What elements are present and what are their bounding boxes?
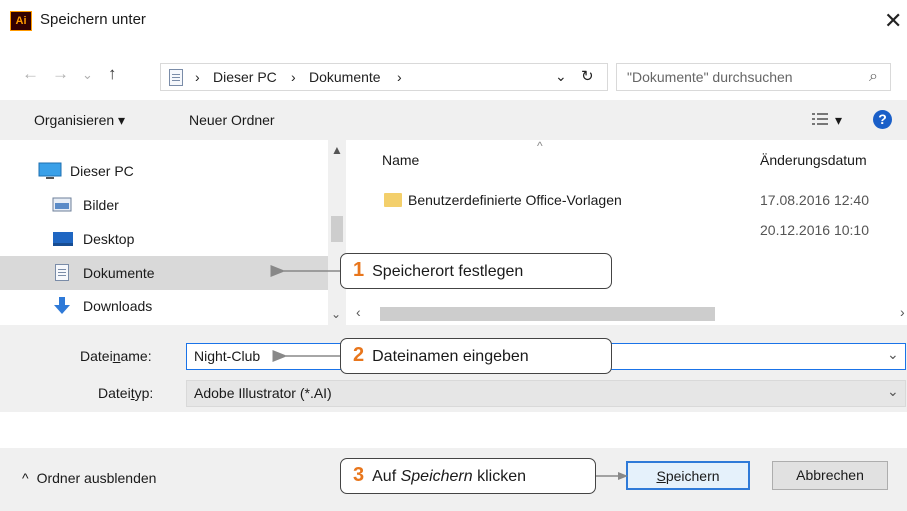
recent-locations-button[interactable]: ⌄ — [82, 67, 93, 83]
search-input[interactable]: "Dokumente" durchsuchen ⌕ — [616, 63, 891, 91]
sidebar-item-label: Dokumente — [83, 265, 155, 281]
breadcrumb-separator: › — [291, 69, 296, 85]
file-list-scrollbar-thumb[interactable] — [380, 307, 715, 321]
close-button[interactable]: ✕ — [884, 8, 902, 34]
breadcrumb-dieser-pc[interactable]: Dieser PC — [213, 69, 277, 85]
up-button[interactable]: ↑ — [108, 64, 117, 84]
computer-icon — [38, 162, 62, 179]
filename-dropdown-icon[interactable]: ⌄ — [887, 346, 899, 363]
filetype-label: Dateityp: — [98, 385, 154, 401]
search-placeholder: "Dokumente" durchsuchen — [627, 69, 793, 85]
view-dropdown-icon[interactable]: ▾ — [835, 112, 842, 129]
details-view-icon — [812, 113, 828, 125]
scroll-right-icon[interactable]: › — [900, 304, 905, 320]
desktop-icon — [53, 232, 73, 246]
search-icon: ⌕ — [869, 68, 878, 85]
illustrator-app-icon: Ai — [10, 11, 32, 31]
forward-button[interactable]: → — [52, 64, 69, 84]
scroll-left-icon[interactable]: ‹ — [356, 304, 361, 320]
cancel-button[interactable]: Abbrechen — [772, 461, 888, 490]
sidebar-item-label: Desktop — [83, 231, 135, 247]
title-bar — [0, 0, 907, 56]
file-row[interactable]: Benutzerdefinierte Office-Vorlagen 17.08… — [346, 185, 907, 215]
scroll-up-icon[interactable]: ▲ — [331, 143, 343, 157]
sidebar-item-label: Downloads — [83, 298, 153, 314]
filetype-select[interactable]: Adobe Illustrator (*.AI) ⌄ — [186, 380, 906, 407]
breadcrumb-separator: › — [195, 69, 200, 85]
documents-icon — [169, 69, 183, 86]
sidebar-item-desktop[interactable]: Desktop — [0, 222, 328, 256]
file-row[interactable]: 20.12.2016 10:10 — [346, 215, 907, 245]
column-header-modified[interactable]: Änderungsdatum — [760, 152, 867, 168]
back-button[interactable]: ← — [22, 64, 39, 84]
callout-1: 1 Speicherort festlegen — [340, 253, 612, 289]
pictures-icon — [52, 197, 72, 212]
column-header-name[interactable]: Name — [382, 152, 419, 168]
filetype-dropdown-icon[interactable]: ⌄ — [887, 383, 899, 400]
filename-label: Dateiname: — [80, 348, 152, 364]
breadcrumb-dokumente[interactable]: Dokumente — [309, 69, 381, 85]
hide-folders-button[interactable]: ^ Ordner ausblenden — [22, 470, 156, 486]
command-bar — [0, 100, 907, 140]
address-bar[interactable]: › Dieser PC › Dokumente › ⌄ ↻ — [160, 63, 608, 91]
new-folder-button[interactable]: Neuer Ordner — [189, 112, 275, 128]
sidebar-item-dieser-pc[interactable]: Dieser PC — [0, 154, 328, 188]
sidebar-item-label: Dieser PC — [70, 163, 134, 179]
organize-menu[interactable]: Organisieren ▾ — [34, 112, 125, 129]
filename-value: Night-Club — [194, 348, 261, 364]
file-modified: 17.08.2016 12:40 — [760, 192, 869, 208]
downloads-icon — [54, 297, 70, 314]
documents-icon — [55, 264, 69, 281]
sort-ascending-icon: ^ — [537, 139, 543, 153]
sidebar-item-label: Bilder — [83, 197, 119, 213]
save-button[interactable]: Speichern — [626, 461, 750, 490]
folder-icon — [384, 193, 402, 207]
file-modified: 20.12.2016 10:10 — [760, 222, 869, 238]
scroll-down-icon[interactable]: ⌄ — [331, 307, 341, 321]
filetype-value: Adobe Illustrator (*.AI) — [194, 385, 332, 401]
callout-2: 2 Dateinamen eingeben — [340, 338, 612, 374]
navigation-scrollbar-thumb[interactable] — [331, 216, 343, 242]
address-dropdown-icon[interactable]: ⌄ — [555, 68, 567, 85]
chevron-up-icon: ^ — [22, 470, 29, 486]
sidebar-item-downloads[interactable]: Downloads — [0, 290, 328, 324]
file-name: Benutzerdefinierte Office-Vorlagen — [408, 192, 622, 208]
help-icon[interactable]: ? — [873, 110, 892, 129]
breadcrumb-separator: › — [397, 69, 402, 85]
sidebar-item-dokumente[interactable]: Dokumente — [0, 256, 328, 290]
sidebar-item-bilder[interactable]: Bilder — [0, 188, 328, 222]
refresh-icon[interactable]: ↻ — [581, 67, 594, 85]
hide-folders-label: Ordner ausblenden — [36, 470, 157, 486]
callout-3: 3 Auf Speichern klicken — [340, 458, 596, 494]
window-title: Speichern unter — [40, 11, 146, 28]
view-options-icon[interactable] — [812, 111, 828, 130]
